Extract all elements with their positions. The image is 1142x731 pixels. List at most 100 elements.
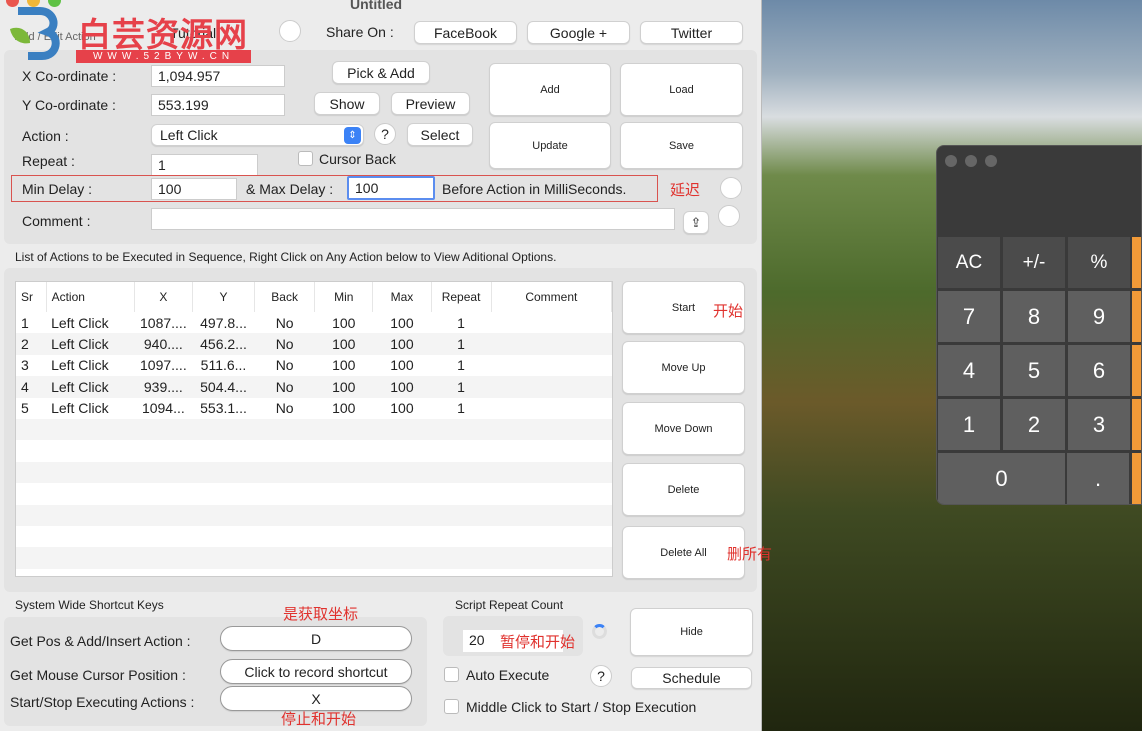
repeat-stepper[interactable] [592, 624, 607, 639]
table-cell [491, 547, 612, 569]
table-cell [192, 504, 255, 526]
column-header[interactable]: Action [46, 282, 135, 312]
select-button[interactable]: Select [407, 123, 473, 146]
table-cell [46, 504, 135, 526]
save-button[interactable]: Save [620, 122, 743, 169]
delay-suffix-label: Before Action in MilliSeconds. [442, 181, 627, 197]
schedule-button[interactable]: Schedule [631, 667, 752, 689]
table-cell [255, 440, 315, 461]
table-row[interactable] [16, 461, 612, 484]
zoom-icon[interactable] [985, 155, 997, 167]
table-cell: 1 [431, 376, 492, 398]
column-header[interactable]: Sr [16, 282, 47, 312]
delete-button[interactable]: Delete [622, 463, 745, 516]
calc-key[interactable]: AC [937, 236, 1001, 289]
table-row[interactable]: 4 Left Click 939.... 504.4... No 100 100 1 [16, 376, 612, 398]
column-header[interactable]: X [134, 282, 193, 312]
middle-click-checkbox[interactable] [444, 699, 459, 714]
table-cell: No [275, 357, 294, 374]
calc-operator-key[interactable] [1131, 398, 1141, 451]
column-header[interactable]: Repeat [431, 282, 492, 312]
calc-key[interactable]: 5 [1002, 344, 1066, 397]
table-row[interactable] [16, 526, 612, 547]
calc-key[interactable]: 1 [937, 398, 1001, 451]
calc-key[interactable]: 6 [1067, 344, 1131, 397]
table-cell [134, 483, 192, 504]
google-plus-button[interactable]: Google + [527, 21, 630, 44]
calc-key[interactable]: 2 [1002, 398, 1066, 451]
table-row[interactable]: 5 Left Click 1094... 553.1... No 100 100 1 [16, 398, 612, 419]
calc-key[interactable]: 4 [937, 344, 1001, 397]
load-button[interactable]: Load [620, 63, 743, 116]
column-header[interactable]: Min [314, 282, 374, 312]
pick-add-button[interactable]: Pick & Add [332, 61, 430, 84]
table-cell [315, 526, 373, 547]
column-header[interactable]: Back [254, 282, 316, 312]
update-button[interactable]: Update [489, 122, 611, 169]
y-coordinate-input[interactable]: 553.199 [151, 94, 285, 116]
calc-key[interactable]: % [1067, 236, 1131, 289]
calc-key[interactable]: 3 [1067, 398, 1131, 451]
calc-key[interactable]: 8 [1002, 290, 1066, 343]
watermark-text: 白芸资源网 [78, 16, 248, 53]
table-row[interactable] [16, 418, 612, 441]
table-cell: No [275, 314, 294, 331]
actions-table[interactable]: Sr Action X Y Back Min Max Repeat Comment 1 Left C… [15, 281, 613, 577]
table-row[interactable]: 3 Left Click 1097.... 511.6... No 100 100 1 [16, 355, 612, 376]
minimize-icon[interactable] [965, 155, 977, 167]
table-cell [254, 547, 315, 569]
table-cell [491, 333, 612, 355]
toggle-button[interactable] [279, 20, 301, 42]
help-button[interactable]: ? [590, 665, 612, 687]
cursor-back-checkbox[interactable] [298, 151, 313, 166]
repeat-input[interactable]: 1 [151, 154, 258, 176]
calc-key[interactable]: 7 [937, 290, 1001, 343]
move-up-button[interactable]: Move Up [622, 341, 745, 394]
table-row[interactable]: 1 Left Click 1087.... 497.8... No 100 100 1 [16, 312, 612, 333]
action-select[interactable]: Left Click ⇕ [151, 124, 364, 146]
column-header[interactable]: Y [192, 282, 256, 312]
table-cell [373, 483, 431, 504]
calc-operator-key[interactable] [1131, 344, 1141, 397]
calc-operator-key[interactable] [1131, 452, 1141, 504]
calc-operator-key[interactable] [1131, 236, 1141, 289]
table-cell [134, 547, 193, 569]
calc-key[interactable]: 9 [1067, 290, 1131, 343]
table-row[interactable]: 2 Left Click 940.... 456.2... No 100 100 1 [16, 333, 612, 355]
table-row[interactable] [16, 504, 612, 526]
comment-input[interactable] [151, 208, 675, 230]
help-button[interactable]: ? [374, 123, 396, 145]
toggle-button[interactable] [720, 177, 742, 199]
table-row[interactable] [16, 547, 612, 569]
min-delay-input[interactable]: 100 [151, 178, 237, 200]
table-row[interactable] [16, 483, 612, 504]
facebook-button[interactable]: FaceBook [414, 21, 517, 44]
auto-execute-checkbox[interactable] [444, 667, 459, 682]
table-cell: No [275, 400, 294, 417]
show-button[interactable]: Show [314, 92, 380, 115]
calc-operator-key[interactable] [1131, 290, 1141, 343]
max-delay-input[interactable]: 100 [347, 176, 435, 200]
toggle-button[interactable] [718, 205, 740, 227]
preview-button[interactable]: Preview [391, 92, 470, 115]
column-header[interactable]: Comment [491, 282, 612, 312]
shortcut-cursor-button[interactable]: Click to record shortcut [220, 659, 412, 684]
twitter-button[interactable]: Twitter [640, 21, 743, 44]
add-button[interactable]: Add [489, 63, 611, 116]
min-delay-label: Min Delay : [22, 181, 93, 197]
column-header[interactable]: Max [372, 282, 432, 312]
close-icon[interactable] [945, 155, 957, 167]
shortcut-label-cursor: Get Mouse Cursor Position : [10, 667, 186, 683]
calc-key[interactable]: 0 [937, 452, 1066, 504]
move-down-button[interactable]: Move Down [622, 402, 745, 455]
shortcut-get-pos-button[interactable]: D [220, 626, 412, 651]
calc-key[interactable]: +/- [1002, 236, 1066, 289]
hide-button[interactable]: Hide [630, 608, 753, 656]
table-cell [314, 418, 373, 441]
table-row[interactable] [16, 440, 612, 461]
calc-key[interactable]: . [1066, 452, 1130, 504]
annotation-get-coord: 是获取坐标 [283, 606, 359, 623]
share-icon[interactable]: ⇪ [683, 211, 709, 234]
x-coordinate-input[interactable]: 1,094.957 [151, 65, 285, 87]
table-cell: Left Click [46, 333, 135, 355]
